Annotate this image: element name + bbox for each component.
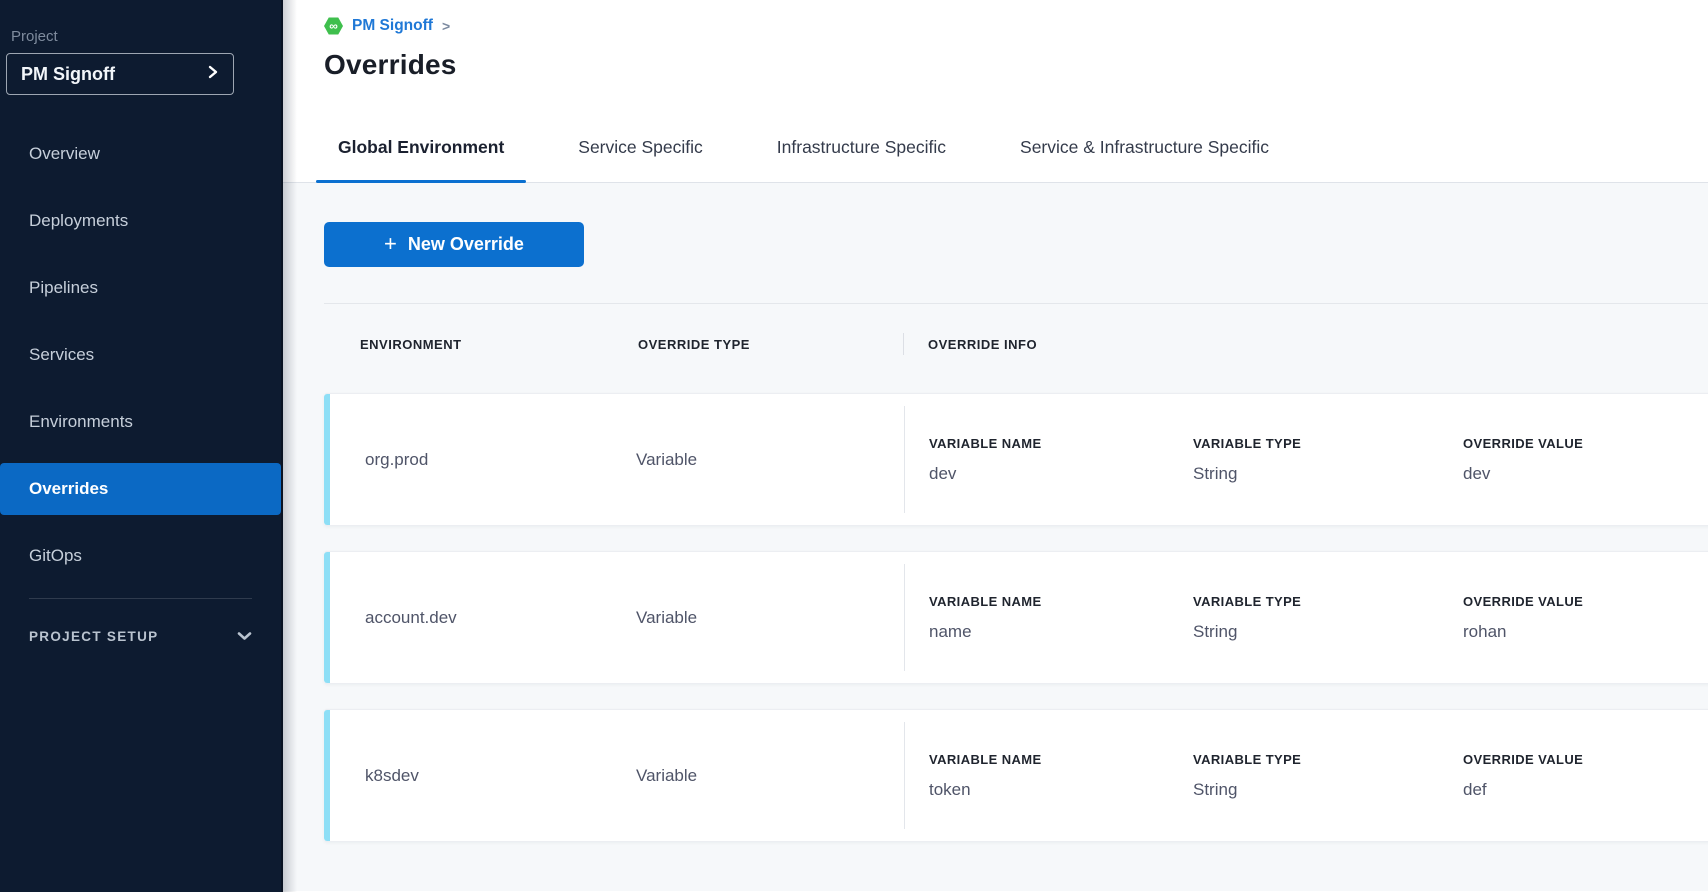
row-override-type: Variable [636, 608, 904, 628]
column-header-override-type: OVERRIDE TYPE [638, 337, 903, 352]
column-header-override-info: OVERRIDE INFO [904, 337, 1037, 352]
override-value-value: dev [1463, 464, 1583, 484]
new-override-button-label: New Override [408, 234, 524, 255]
chevron-right-icon [207, 65, 219, 84]
override-value-label: OVERRIDE VALUE [1463, 436, 1583, 451]
project-selector[interactable]: PM Signoff [6, 53, 234, 95]
override-info: VARIABLE NAME name VARIABLE TYPE String … [905, 594, 1583, 642]
variable-name-label: VARIABLE NAME [929, 752, 1193, 767]
project-setup-label: PROJECT SETUP [29, 629, 158, 644]
row-environment: org.prod [365, 450, 636, 470]
override-info: VARIABLE NAME token VARIABLE TYPE String… [905, 752, 1583, 800]
sidebar-item-environments[interactable]: Environments [0, 396, 281, 448]
sidebar-item-deployments[interactable]: Deployments [0, 195, 281, 247]
override-value-label: OVERRIDE VALUE [1463, 752, 1583, 767]
variable-type-value: String [1193, 780, 1463, 800]
breadcrumb-project-link[interactable]: PM Signoff [352, 17, 433, 35]
chevron-down-icon [237, 629, 252, 644]
sidebar-item-overrides[interactable]: Overrides [0, 463, 281, 515]
overrides-panel: + New Override ENVIRONMENT OVERRIDE TYPE… [283, 183, 1708, 891]
variable-name-label: VARIABLE NAME [929, 436, 1193, 451]
tab-service-specific[interactable]: Service Specific [556, 121, 725, 182]
main-content: ∞ PM Signoff > Overrides Global Environm… [283, 0, 1708, 892]
project-name: PM Signoff [21, 64, 115, 85]
override-value-value: def [1463, 780, 1583, 800]
sidebar-divider [29, 598, 252, 599]
variable-name-value: token [929, 780, 1193, 800]
variable-type-label: VARIABLE TYPE [1193, 752, 1463, 767]
variable-type-value: String [1193, 464, 1463, 484]
override-tabs: Global Environment Service Specific Infr… [283, 121, 1708, 183]
variable-name-label: VARIABLE NAME [929, 594, 1193, 609]
row-environment: account.dev [365, 608, 636, 628]
cd-module-icon: ∞ [324, 17, 343, 36]
variable-type-value: String [1193, 622, 1463, 642]
breadcrumb: ∞ PM Signoff > [324, 16, 1708, 36]
sidebar-item-pipelines[interactable]: Pipelines [0, 262, 281, 314]
row-accent-bar [324, 710, 330, 841]
table-header: ENVIRONMENT OVERRIDE TYPE OVERRIDE INFO [324, 304, 1708, 355]
override-value-value: rohan [1463, 622, 1583, 642]
sidebar-nav: Overview Deployments Pipelines Services … [0, 128, 281, 582]
row-environment: k8sdev [365, 766, 636, 786]
sidebar-item-overview[interactable]: Overview [0, 128, 281, 180]
topbar: ∞ PM Signoff > [283, 0, 1708, 36]
project-sidebar: Project PM Signoff Overview Deployments … [0, 0, 283, 892]
table-row[interactable]: k8sdev Variable VARIABLE NAME token VARI… [324, 709, 1708, 842]
sidebar-item-services[interactable]: Services [0, 329, 281, 381]
new-override-button[interactable]: + New Override [324, 222, 584, 267]
sidebar-item-gitops[interactable]: GitOps [0, 530, 281, 582]
row-accent-bar [324, 552, 330, 683]
page-title: Overrides [324, 49, 1708, 81]
tab-service-and-infrastructure-specific[interactable]: Service & Infrastructure Specific [998, 121, 1291, 182]
variable-name-value: name [929, 622, 1193, 642]
project-setup-section[interactable]: PROJECT SETUP [29, 629, 252, 644]
table-row[interactable]: org.prod Variable VARIABLE NAME dev VARI… [324, 393, 1708, 526]
row-accent-bar [324, 394, 330, 525]
table-row[interactable]: account.dev Variable VARIABLE NAME name … [324, 551, 1708, 684]
variable-name-value: dev [929, 464, 1193, 484]
row-override-type: Variable [636, 450, 904, 470]
override-value-label: OVERRIDE VALUE [1463, 594, 1583, 609]
override-rows: org.prod Variable VARIABLE NAME dev VARI… [324, 393, 1708, 842]
plus-icon: + [384, 233, 397, 255]
app-window: Project PM Signoff Overview Deployments … [0, 0, 1708, 892]
row-override-type: Variable [636, 766, 904, 786]
override-info: VARIABLE NAME dev VARIABLE TYPE String O… [905, 436, 1583, 484]
tab-infrastructure-specific[interactable]: Infrastructure Specific [755, 121, 968, 182]
project-label: Project [11, 28, 281, 45]
breadcrumb-separator-icon: > [442, 18, 450, 34]
variable-type-label: VARIABLE TYPE [1193, 594, 1463, 609]
tab-global-environment[interactable]: Global Environment [316, 121, 526, 182]
variable-type-label: VARIABLE TYPE [1193, 436, 1463, 451]
column-header-environment: ENVIRONMENT [360, 337, 638, 352]
